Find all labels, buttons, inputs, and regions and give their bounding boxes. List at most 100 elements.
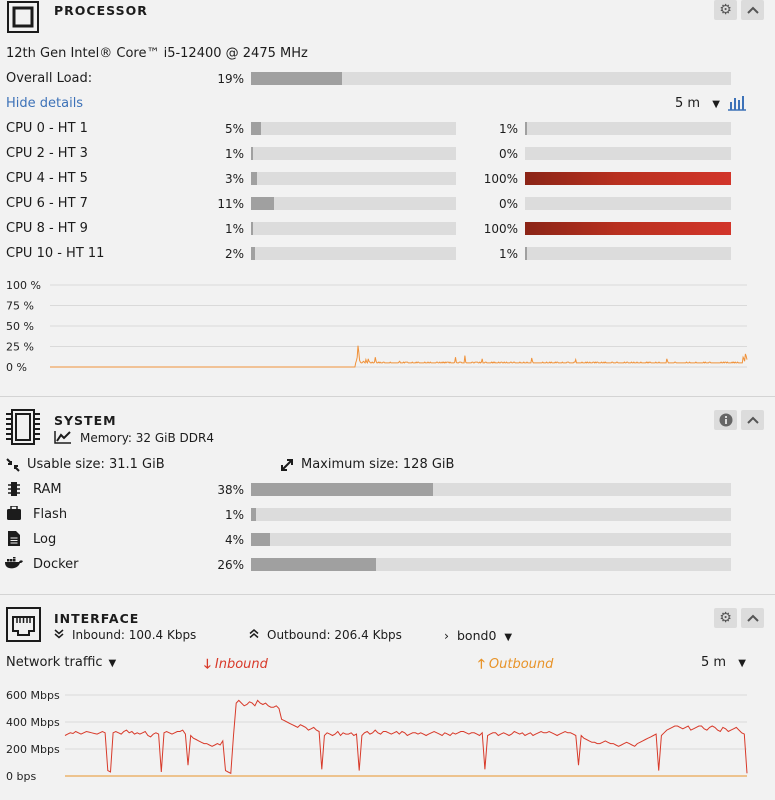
overall-load-fill bbox=[251, 72, 343, 85]
gear-icon: ⚙ bbox=[719, 610, 732, 626]
graph-mode-select[interactable]: Network traffic ▼ bbox=[6, 655, 116, 670]
usage-label: Flash bbox=[33, 507, 68, 522]
usable-size: Usable size: 31.1 GiB bbox=[27, 457, 165, 472]
usage-value: 4% bbox=[224, 533, 244, 547]
system-collapse-button[interactable] bbox=[741, 410, 764, 430]
usage-value: 26% bbox=[217, 558, 244, 572]
processor-interval-select[interactable]: 5 m ▼ bbox=[675, 96, 720, 111]
usage-label: Log bbox=[33, 532, 57, 547]
cpu-bar-b bbox=[525, 122, 731, 135]
section-divider bbox=[0, 594, 775, 595]
cpu-load-a: 5% bbox=[224, 122, 244, 136]
y-tick-label: 0 % bbox=[6, 361, 27, 374]
double-chevron-down-icon bbox=[54, 629, 64, 639]
ram-icon bbox=[8, 482, 20, 496]
memory-icon bbox=[6, 409, 40, 445]
port-select[interactable]: › bond0 ▼ bbox=[444, 628, 512, 643]
overall-load-value: 19% bbox=[217, 72, 244, 86]
system-title: SYSTEM bbox=[54, 413, 117, 428]
usage-value: 38% bbox=[217, 483, 244, 497]
interface-collapse-button[interactable] bbox=[741, 608, 764, 628]
y-tick-label: 600 Mbps bbox=[6, 689, 60, 702]
bar-chart-icon[interactable] bbox=[727, 95, 747, 111]
legend-inbound-label: Inbound bbox=[214, 657, 268, 672]
processor-collapse-button[interactable] bbox=[741, 0, 764, 20]
ethernet-port-icon bbox=[6, 607, 41, 642]
y-tick-label: 100 % bbox=[6, 279, 41, 292]
chevron-up-icon bbox=[746, 614, 759, 622]
cpu-bar-b bbox=[525, 147, 731, 160]
caret-down-icon: ▼ bbox=[108, 658, 117, 669]
system-info-button[interactable] bbox=[714, 410, 737, 430]
overall-load-bar bbox=[251, 72, 731, 85]
cpu-label: CPU 6 - HT 7 bbox=[6, 196, 88, 211]
interface-interval-value: 5 m bbox=[701, 655, 727, 670]
hide-details-link[interactable]: Hide details bbox=[6, 96, 83, 111]
interface-settings-button[interactable]: ⚙ bbox=[714, 608, 737, 628]
cpu-load-series-line bbox=[50, 345, 748, 368]
cpu-bar-a-fill bbox=[251, 247, 256, 260]
cpu-bar-b-fill bbox=[525, 222, 731, 235]
cpu-load-b: 1% bbox=[498, 122, 518, 136]
usage-label: Docker bbox=[33, 557, 79, 572]
cpu-bar-a-fill bbox=[251, 197, 274, 210]
cpu-label: CPU 10 - HT 11 bbox=[6, 246, 105, 261]
processor-icon bbox=[7, 1, 39, 33]
cpu-bar-a-fill bbox=[251, 147, 254, 160]
chevron-up-icon bbox=[746, 416, 759, 424]
outbound-rate: Outbound: 206.4 Kbps bbox=[267, 628, 402, 642]
cpu-load-a: 2% bbox=[224, 247, 244, 261]
inbound-rate: Inbound: 100.4 Kbps bbox=[72, 628, 197, 642]
cpu-model: 12th Gen Intel® Core™ i5-12400 @ 2475 MH… bbox=[6, 46, 308, 61]
cpu-load-a: 1% bbox=[224, 147, 244, 161]
usage-value: 1% bbox=[224, 508, 244, 522]
memory-info: Memory: 32 GiB DDR4 bbox=[80, 431, 215, 445]
arrow-down-icon: 🡓 bbox=[204, 657, 211, 672]
legend-inbound: 🡓 Inbound bbox=[204, 655, 268, 677]
arrow-up-icon: 🡑 bbox=[478, 657, 485, 672]
cpu-load-b: 0% bbox=[498, 197, 518, 211]
cpu-load-b: 100% bbox=[483, 222, 518, 236]
caret-down-icon: ▼ bbox=[504, 632, 513, 643]
cpu-load-a: 11% bbox=[217, 197, 244, 211]
y-tick-label: 200 Mbps bbox=[6, 743, 60, 756]
gear-icon: ⚙ bbox=[719, 2, 732, 18]
cpu-load-chart: 100 % 75 % 50 % 25 % 0 % bbox=[0, 278, 775, 378]
maximum-size: Maximum size: 128 GiB bbox=[301, 457, 455, 472]
compress-icon bbox=[6, 458, 20, 472]
y-tick-label: 25 % bbox=[6, 341, 34, 354]
inbound-series-line bbox=[64, 699, 748, 775]
double-chevron-up-icon bbox=[249, 629, 259, 639]
y-tick-label: 400 Mbps bbox=[6, 716, 60, 729]
info-icon bbox=[719, 413, 732, 427]
cpu-bar-a bbox=[251, 122, 456, 135]
legend-outbound-label: Outbound bbox=[488, 657, 554, 672]
cpu-bar-a-fill bbox=[251, 222, 254, 235]
legend-outbound: 🡑 Outbound bbox=[478, 655, 553, 677]
cpu-bar-a bbox=[251, 222, 456, 235]
expand-icon bbox=[280, 458, 294, 472]
docker-icon bbox=[5, 557, 23, 569]
usage-label: RAM bbox=[33, 482, 62, 497]
cpu-bar-a bbox=[251, 197, 456, 210]
cpu-bar-b bbox=[525, 197, 731, 210]
cpu-bar-a bbox=[251, 247, 456, 260]
cpu-bar-b-fill bbox=[525, 172, 731, 185]
caret-down-icon: ▼ bbox=[712, 99, 720, 110]
cpu-load-b: 1% bbox=[498, 247, 518, 261]
cpu-label: CPU 0 - HT 1 bbox=[6, 121, 88, 136]
cpu-bar-b bbox=[525, 222, 731, 235]
interface-interval-select[interactable]: 5 m ▼ bbox=[701, 655, 746, 670]
cpu-load-b: 0% bbox=[498, 147, 518, 161]
cpu-bar-b-fill bbox=[525, 122, 528, 135]
log-file-icon bbox=[8, 531, 20, 546]
cpu-bar-a-fill bbox=[251, 172, 258, 185]
processor-settings-button[interactable]: ⚙ bbox=[714, 0, 737, 20]
cpu-bar-a bbox=[251, 172, 456, 185]
cpu-label: CPU 8 - HT 9 bbox=[6, 221, 88, 236]
cpu-load-b: 100% bbox=[483, 172, 518, 186]
cpu-label: CPU 2 - HT 3 bbox=[6, 146, 88, 161]
cpu-bar-b bbox=[525, 247, 731, 260]
y-tick-label: 75 % bbox=[6, 300, 34, 313]
cpu-bar-a bbox=[251, 147, 456, 160]
